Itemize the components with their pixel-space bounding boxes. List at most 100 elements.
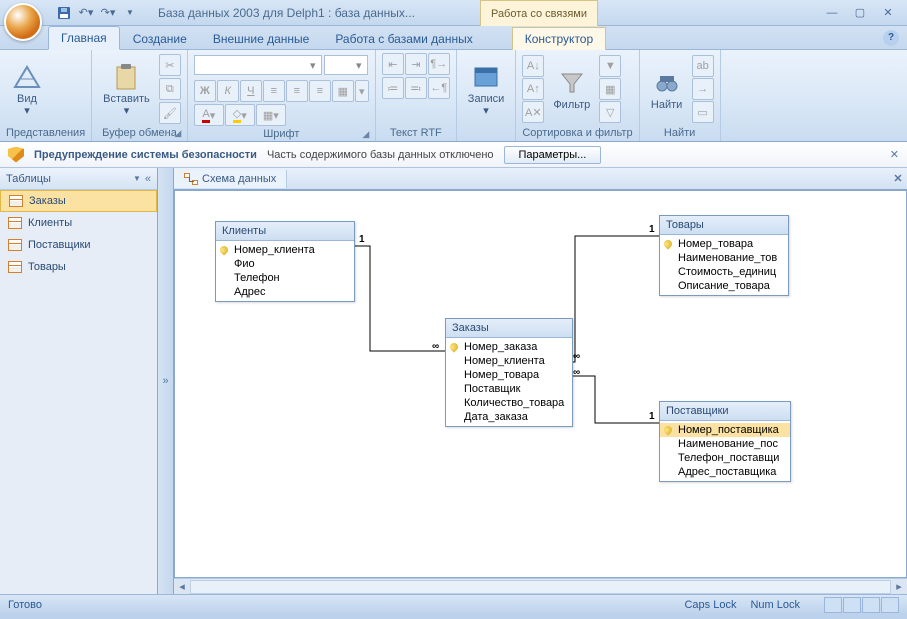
align-right-button[interactable]: ≡ [309, 80, 331, 102]
copy-icon[interactable]: ⧉ [159, 78, 181, 100]
records-button[interactable]: Записи▾ [463, 58, 510, 120]
qat-customize-icon[interactable]: ▼ [122, 5, 138, 21]
field[interactable]: Фио [216, 257, 354, 271]
italic-button[interactable]: К [217, 80, 239, 102]
toggle-filter-button[interactable]: ▽ [599, 101, 621, 123]
font-launcher[interactable]: ◢ [360, 129, 372, 141]
maximize-button[interactable]: ▢ [851, 4, 869, 22]
field[interactable]: Наименование_тов [660, 251, 788, 265]
relationships-canvas[interactable]: 1 ∞ 1 ∞ ∞ 1 Клиенты Номер_клиента Фио Те… [174, 190, 907, 578]
field-pk[interactable]: Номер_поставщика [660, 423, 790, 437]
cut-icon[interactable]: ✂ [159, 54, 181, 76]
field[interactable]: Количество_товара [446, 396, 572, 410]
scroll-track[interactable] [190, 580, 891, 594]
undo-icon[interactable]: ↶▾ [78, 5, 94, 21]
minimize-button[interactable]: — [823, 4, 841, 22]
field[interactable]: Дата_заказа [446, 410, 572, 424]
field[interactable]: Поставщик [446, 382, 572, 396]
help-button[interactable]: ? [883, 30, 899, 46]
tab-home[interactable]: Главная [48, 26, 120, 50]
tab-design[interactable]: Конструктор [512, 27, 606, 50]
advanced-filter-button[interactable]: ▦ [599, 78, 621, 100]
shutter-bar[interactable]: » [158, 168, 174, 594]
field[interactable]: Номер_товара [446, 368, 572, 382]
ltr-button[interactable]: ¶→ [428, 53, 450, 75]
field[interactable]: Телефон_поставщи [660, 451, 790, 465]
align-center-button[interactable]: ≡ [286, 80, 308, 102]
format-painter-icon[interactable]: 🖌 [159, 102, 181, 124]
bold-button[interactable]: Ж [194, 80, 216, 102]
clear-sort-button[interactable]: A✕ [522, 101, 544, 123]
security-close-button[interactable]: ✕ [890, 148, 899, 161]
filter-button[interactable]: Фильтр [548, 64, 595, 114]
rtl-button[interactable]: ←¶ [428, 77, 450, 99]
view-shortcut-1[interactable] [824, 597, 842, 613]
tab-external-data[interactable]: Внешние данные [200, 27, 323, 50]
office-button[interactable] [4, 3, 42, 41]
field[interactable]: Описание_товара [660, 279, 788, 293]
nav-item-goods[interactable]: Товары [0, 256, 157, 278]
clipboard-launcher[interactable]: ◢ [172, 128, 184, 140]
numbering-button[interactable]: ≕ [405, 77, 427, 99]
close-button[interactable]: ✕ [879, 4, 897, 22]
view-shortcut-2[interactable] [843, 597, 861, 613]
nav-item-clients[interactable]: Клиенты [0, 212, 157, 234]
entity-goods[interactable]: Товары Номер_товара Наименование_тов Сто… [659, 215, 789, 296]
tab-database-tools[interactable]: Работа с базами данных [322, 27, 485, 50]
view-shortcut-4[interactable] [881, 597, 899, 613]
nav-item-suppliers[interactable]: Поставщики [0, 234, 157, 256]
entity-title[interactable]: Товары [660, 216, 788, 235]
fill-color-button[interactable]: ◇▾ [225, 104, 255, 126]
font-color-button[interactable]: A▾ [194, 104, 224, 126]
indent-dec-button[interactable]: ⇤ [382, 53, 404, 75]
view-button[interactable]: Вид▾ [6, 58, 48, 120]
field[interactable]: Адрес_поставщика [660, 465, 790, 479]
alt-fill-button[interactable]: ▦▾ [256, 104, 286, 126]
doc-close-button[interactable]: ✕ [889, 172, 907, 185]
find-button[interactable]: Найти [646, 64, 688, 114]
font-size-combo[interactable]: ▾ [324, 55, 368, 75]
sort-asc-button[interactable]: A↓ [522, 55, 544, 77]
bullets-button[interactable]: ≔ [382, 77, 404, 99]
nav-menu-icon[interactable]: ▼ [133, 174, 141, 183]
entity-clients[interactable]: Клиенты Номер_клиента Фио Телефон Адрес [215, 221, 355, 302]
tab-create[interactable]: Создание [120, 27, 200, 50]
selection-filter-button[interactable]: ▼ [599, 55, 621, 77]
scroll-right-button[interactable]: ▸ [891, 580, 907, 593]
view-shortcut-3[interactable] [862, 597, 880, 613]
paste-button[interactable]: Вставить▾ [98, 58, 155, 120]
select-button[interactable]: ▭ [692, 101, 714, 123]
field-pk[interactable]: Номер_заказа [446, 340, 572, 354]
entity-title[interactable]: Заказы [446, 319, 572, 338]
nav-header[interactable]: Таблицы ▼ « [0, 168, 157, 190]
goto-button[interactable]: → [692, 78, 714, 100]
security-options-button[interactable]: Параметры... [504, 146, 602, 164]
horizontal-scrollbar[interactable]: ◂ ▸ [174, 578, 907, 594]
nav-header-label: Таблицы [6, 173, 51, 185]
gridlines-button[interactable]: ▦ [332, 80, 354, 102]
entity-title[interactable]: Клиенты [216, 222, 354, 241]
nav-collapse-icon[interactable]: « [145, 173, 151, 185]
sort-desc-button[interactable]: A↑ [522, 78, 544, 100]
field-pk[interactable]: Номер_товара [660, 237, 788, 251]
replace-button[interactable]: ab [692, 55, 714, 77]
indent-inc-button[interactable]: ⇥ [405, 53, 427, 75]
field[interactable]: Номер_клиента [446, 354, 572, 368]
gridlines-menu[interactable]: ▾ [355, 80, 369, 102]
field[interactable]: Телефон [216, 271, 354, 285]
underline-button[interactable]: Ч [240, 80, 262, 102]
font-name-combo[interactable]: ▾ [194, 55, 322, 75]
entity-orders[interactable]: Заказы Номер_заказа Номер_клиента Номер_… [445, 318, 573, 427]
entity-title[interactable]: Поставщики [660, 402, 790, 421]
doc-tab-relationships[interactable]: Схема данных [174, 170, 287, 188]
scroll-left-button[interactable]: ◂ [174, 580, 190, 593]
redo-icon[interactable]: ↷▾ [100, 5, 116, 21]
field[interactable]: Адрес [216, 285, 354, 299]
field-pk[interactable]: Номер_клиента [216, 243, 354, 257]
nav-item-orders[interactable]: Заказы [0, 190, 157, 212]
align-left-button[interactable]: ≡ [263, 80, 285, 102]
field[interactable]: Стоимость_единиц [660, 265, 788, 279]
field[interactable]: Наименование_пос [660, 437, 790, 451]
save-icon[interactable] [56, 5, 72, 21]
entity-suppliers[interactable]: Поставщики Номер_поставщика Наименование… [659, 401, 791, 482]
